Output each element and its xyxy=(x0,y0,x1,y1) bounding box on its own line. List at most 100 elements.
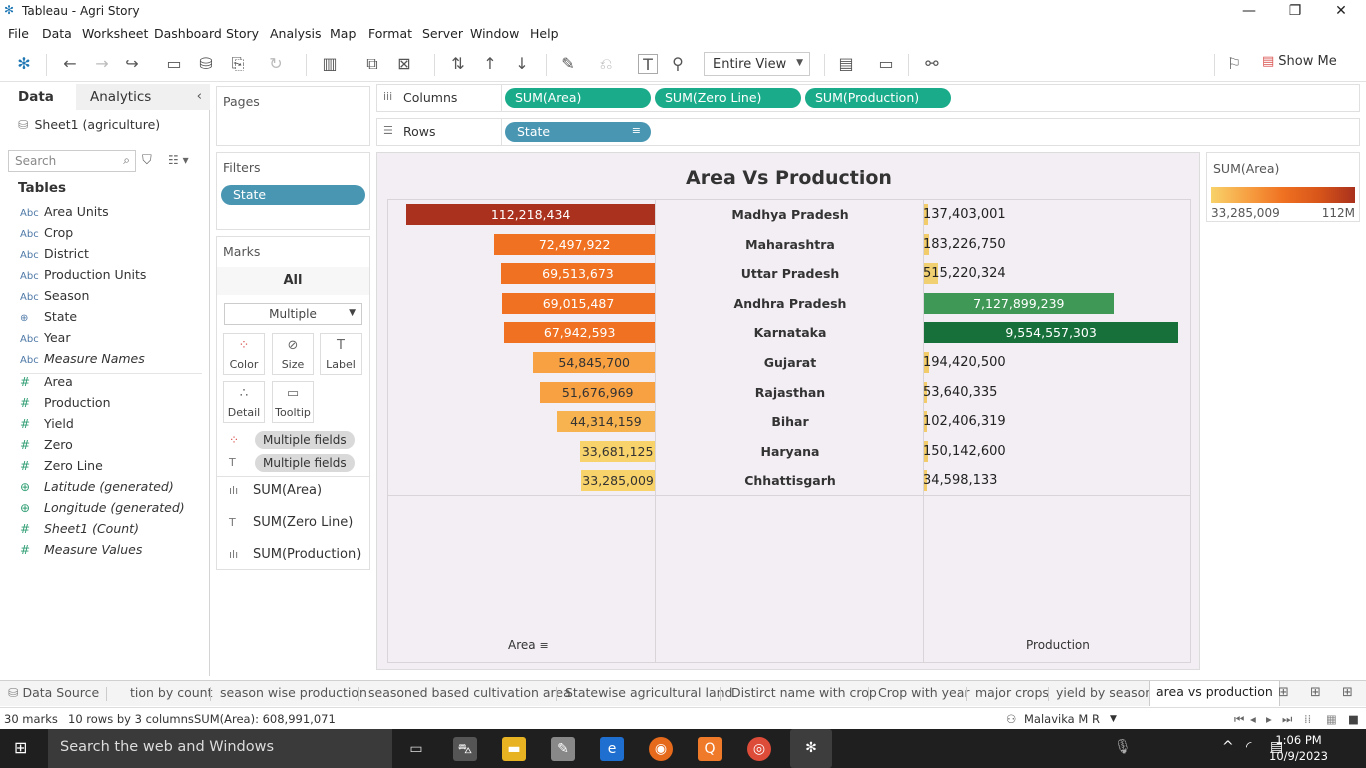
area-bar[interactable]: 69,513,673 xyxy=(500,263,655,285)
tab-sheet[interactable]: Statewise agricultural land xyxy=(565,685,733,700)
show-cards-icon[interactable]: ▤ xyxy=(836,54,856,74)
taskbar-search[interactable]: Search the web and Windows xyxy=(48,729,392,768)
tab-sheet[interactable]: seasoned based cultivation area xyxy=(368,685,571,700)
chrome-icon[interactable]: ◎ xyxy=(747,737,771,761)
menu-dashboard[interactable]: Dashboard xyxy=(154,26,222,41)
dimension-field[interactable]: Abc Season xyxy=(20,288,89,306)
marks-all-tab[interactable]: All xyxy=(217,267,369,295)
tab-analytics[interactable]: Analytics ‹ xyxy=(76,84,210,110)
taskbar-clock[interactable]: 1:06 PM 10/9/2023 xyxy=(1269,732,1328,764)
column-pill-production[interactable]: SUM(Production) xyxy=(805,88,951,108)
production-bar[interactable]: 7,127,899,239 xyxy=(924,292,1114,314)
tab-data[interactable]: Data xyxy=(0,84,76,110)
tabs-view-icon[interactable]: ■ xyxy=(1348,712,1359,726)
measure-field[interactable]: # Zero xyxy=(20,437,73,455)
replay-icon[interactable]: ↪ xyxy=(122,54,142,74)
view-options-icon[interactable]: ☷ ▾ xyxy=(168,153,189,167)
sort-ascending-icon[interactable]: ↑ xyxy=(480,54,500,74)
wifi-icon[interactable]: ◜ xyxy=(1246,739,1251,755)
state-label[interactable]: Chhattisgarh xyxy=(656,473,924,488)
tableau-taskbar-icon[interactable]: ✻ xyxy=(790,729,832,768)
search-input[interactable]: Search ⌕ xyxy=(8,150,136,172)
tab-data-source[interactable]: ⛁ Data Source xyxy=(8,685,99,700)
tableau-home-icon[interactable]: ✻ xyxy=(14,54,34,74)
dimension-field[interactable]: Abc Year xyxy=(20,330,70,348)
filmstrip-icon[interactable]: ▦ xyxy=(1326,712,1337,726)
sort-descending-icon[interactable]: ↓ xyxy=(512,54,532,74)
marks-tab-zero-line[interactable]: T SUM(Zero Line) xyxy=(229,515,353,530)
chevron-down-icon[interactable]: ▼ xyxy=(1110,714,1117,724)
new-worksheet-icon[interactable]: ▥ xyxy=(320,54,340,74)
menu-map[interactable]: Map xyxy=(330,26,356,41)
menu-data[interactable]: Data xyxy=(42,26,72,41)
show-mark-labels-icon[interactable]: T xyxy=(638,54,658,74)
fix-axes-icon[interactable]: ⚲ xyxy=(668,54,688,74)
dimension-field[interactable]: Abc District xyxy=(20,246,89,264)
tab-sheet-active[interactable]: area vs production xyxy=(1149,681,1280,706)
label-button[interactable]: T Label xyxy=(320,333,362,375)
measure-field[interactable]: # Area xyxy=(20,374,73,392)
minimize-button[interactable]: — xyxy=(1226,2,1272,20)
area-bar[interactable]: 33,681,125 xyxy=(580,440,655,462)
state-label[interactable]: Gujarat xyxy=(656,355,924,370)
color-button[interactable]: ⁘ Color xyxy=(223,333,265,375)
microphone-icon[interactable]: 🎙 xyxy=(1114,739,1132,755)
marks-tab-area[interactable]: ılı SUM(Area) xyxy=(229,483,322,498)
swap-rows-columns-icon[interactable]: ⇅ xyxy=(448,54,468,74)
tab-sheet[interactable]: yield by season xyxy=(1056,685,1153,700)
production-axis-label[interactable]: Production xyxy=(1026,638,1090,652)
measure-field[interactable]: # Production xyxy=(20,395,111,413)
tab-sheet[interactable]: Distirct name with crop xyxy=(731,685,877,700)
redo-icon[interactable]: → xyxy=(92,54,112,74)
state-label[interactable]: Karnataka xyxy=(656,325,924,340)
area-bar[interactable]: 54,845,700 xyxy=(533,352,655,373)
state-label[interactable]: Haryana xyxy=(656,444,924,459)
edge-icon[interactable]: e xyxy=(600,737,624,761)
label-pill[interactable]: Multiple fields xyxy=(255,454,355,472)
datasource-item[interactable]: ⛁ Sheet1 (agriculture) xyxy=(18,117,160,132)
clear-sheet-icon[interactable]: ⊠ xyxy=(394,54,414,74)
area-bar[interactable]: 67,942,593 xyxy=(504,322,655,344)
menu-story[interactable]: Story xyxy=(226,26,259,41)
tooltip-button[interactable]: ▭ Tooltip xyxy=(272,381,314,423)
measure-field[interactable]: # Yield xyxy=(20,416,74,434)
area-bar[interactable]: 44,314,159 xyxy=(556,411,655,433)
mark-type-dropdown[interactable]: Multiple ▼ xyxy=(224,303,362,325)
duplicate-sheet-icon[interactable]: ⧉ xyxy=(362,54,382,74)
production-bar[interactable]: 9,554,557,303 xyxy=(924,322,1179,344)
group-members-icon[interactable]: ⎌ xyxy=(596,54,616,74)
dimension-field[interactable]: Abc Production Units xyxy=(20,267,146,285)
collapse-icon[interactable]: ‹ xyxy=(197,88,202,104)
dimension-field[interactable]: Abc Measure Names xyxy=(20,351,145,369)
sheet-sorter-icon[interactable]: ⁞⁞ xyxy=(1304,712,1311,726)
row-pill-state[interactable]: State ≡ xyxy=(505,122,651,142)
new-datasource-icon[interactable]: ⛁ xyxy=(196,54,216,74)
area-axis-label[interactable]: Area ≡ xyxy=(508,638,549,652)
state-label[interactable]: Bihar xyxy=(656,414,924,429)
save-icon[interactable]: ▭ xyxy=(164,54,184,74)
maximize-button[interactable]: ❐ xyxy=(1272,2,1318,20)
dimension-field[interactable]: ⊕ State xyxy=(20,309,77,327)
state-label[interactable]: Andhra Pradesh xyxy=(656,296,924,311)
measure-field[interactable]: # Sheet1 (Count) xyxy=(20,521,139,539)
show-me-button[interactable]: ▤ Show Me xyxy=(1262,54,1337,74)
close-button[interactable]: ✕ xyxy=(1318,2,1364,20)
menu-analysis[interactable]: Analysis xyxy=(270,26,322,41)
paint-icon[interactable]: ✎ xyxy=(551,737,575,761)
state-label[interactable]: Uttar Pradesh xyxy=(656,266,924,281)
highlight-icon[interactable]: ✎ xyxy=(558,54,578,74)
measure-field[interactable]: # Zero Line xyxy=(20,458,103,476)
menu-worksheet[interactable]: Worksheet xyxy=(82,26,148,41)
state-label[interactable]: Madhya Pradesh xyxy=(656,207,924,222)
file-explorer-icon[interactable]: ▬ xyxy=(502,737,526,761)
size-button[interactable]: ⊘ Size xyxy=(272,333,314,375)
firefox-icon[interactable]: ◉ xyxy=(649,737,673,761)
tab-sheet[interactable]: major crops xyxy=(975,685,1049,700)
area-bar[interactable]: 69,015,487 xyxy=(502,292,655,314)
measure-field[interactable]: ⊕ Longitude (generated) xyxy=(20,500,185,518)
area-bar[interactable]: 51,676,969 xyxy=(540,381,655,403)
tab-sheet[interactable]: season wise production xyxy=(220,685,367,700)
pause-updates-icon[interactable]: ⎘ xyxy=(228,54,248,74)
menu-help[interactable]: Help xyxy=(530,26,559,41)
new-dashboard-icon[interactable]: ⊞ xyxy=(1310,685,1321,700)
